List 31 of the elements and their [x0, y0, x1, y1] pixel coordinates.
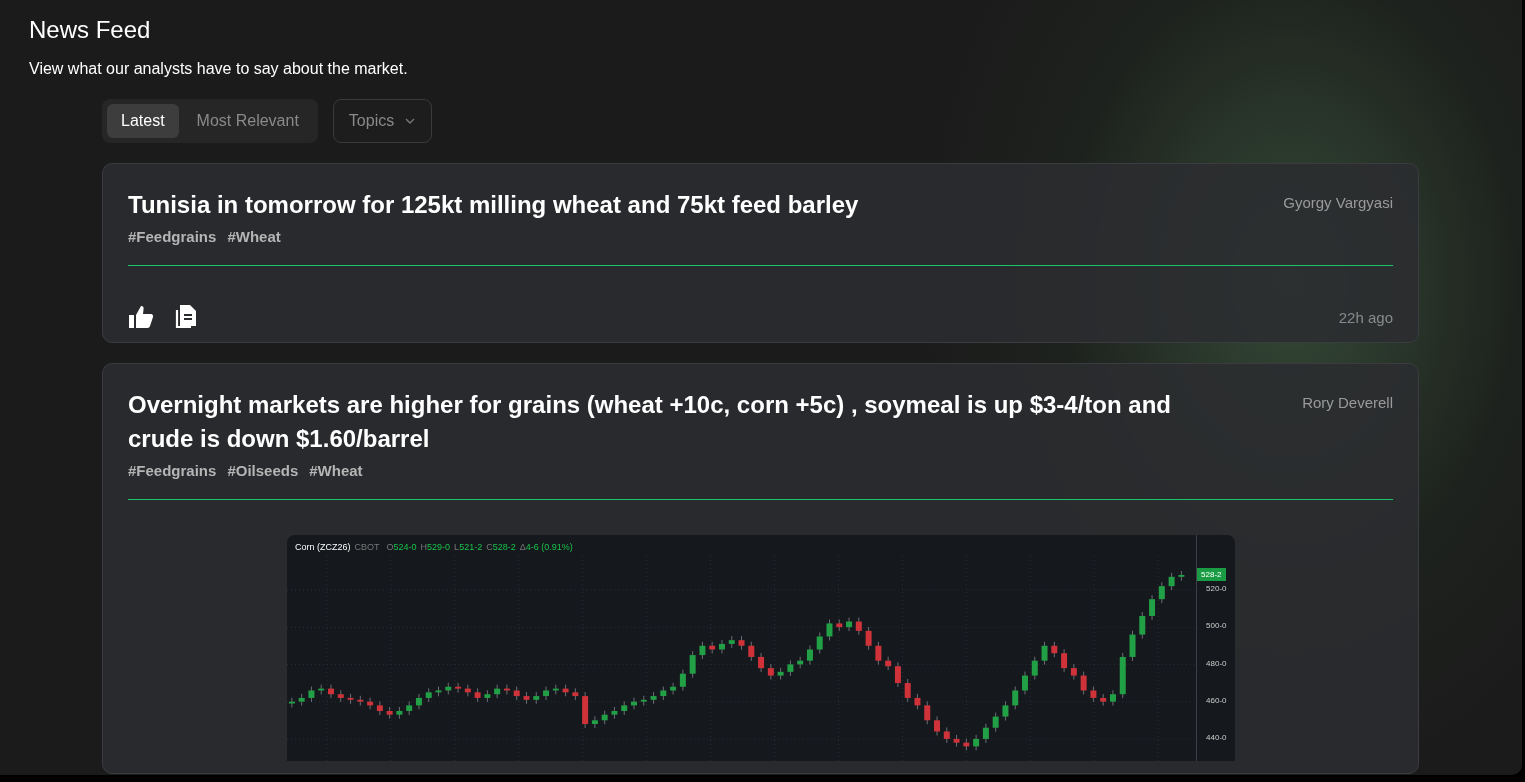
- ohlc-stat: Δ4-6 (0.91%): [519, 542, 573, 554]
- chart-exchange: CBOT: [354, 542, 380, 554]
- author-name: Gyorgy Vargyasi: [1283, 193, 1393, 213]
- chart-symbol: Corn (ZCZ26): [295, 542, 351, 554]
- topic-tag[interactable]: #Oilseeds: [227, 462, 299, 479]
- axis-tick-label: 440-0: [1206, 733, 1227, 743]
- post-time: 22h ago: [1338, 308, 1393, 326]
- news-headline[interactable]: Overnight markets are higher for grains (wheat +10c, corn +5c) , soymeal is up $3-4/ton and crude is down $1.60/barrel: [128, 388, 1208, 456]
- axis-tick-label: 480-0: [1206, 658, 1227, 668]
- author-name: Rory Deverell: [1302, 393, 1393, 413]
- filter-tab[interactable]: Latest: [107, 104, 179, 138]
- news-headline[interactable]: Tunisia in tomorrow for 125kt milling wheat and 75kt feed barley: [128, 188, 859, 222]
- ohlc-stat: C528-2: [486, 542, 516, 554]
- filter-tab[interactable]: Most Relevant: [182, 104, 313, 138]
- page-title: News Feed: [29, 15, 152, 45]
- axis-tick-label: 500-0: [1206, 621, 1227, 631]
- ohlc-stat: L521-2: [454, 542, 483, 554]
- thumbs-up-icon[interactable]: [128, 305, 154, 329]
- axis-tick-label: 520-0: [1206, 584, 1227, 593]
- topic-tag[interactable]: #Wheat: [227, 228, 281, 245]
- topics-dropdown[interactable]: Topics: [332, 99, 433, 143]
- ohlc-stat: H529-0: [420, 542, 451, 554]
- ohlc-stat: O524-0: [386, 542, 417, 554]
- axis-tick-label: 460-0: [1206, 695, 1227, 705]
- copy-document-icon[interactable]: [174, 304, 198, 330]
- chevron-down-icon: [404, 117, 417, 125]
- topic-tag[interactable]: #Feedgrains: [128, 462, 217, 479]
- topic-tag[interactable]: #Feedgrains: [128, 228, 217, 245]
- topic-tag[interactable]: #Wheat: [309, 462, 363, 479]
- page-subtitle: View what our analysts have to say about the market.: [29, 59, 409, 79]
- price-tag: 528-2: [1197, 567, 1226, 581]
